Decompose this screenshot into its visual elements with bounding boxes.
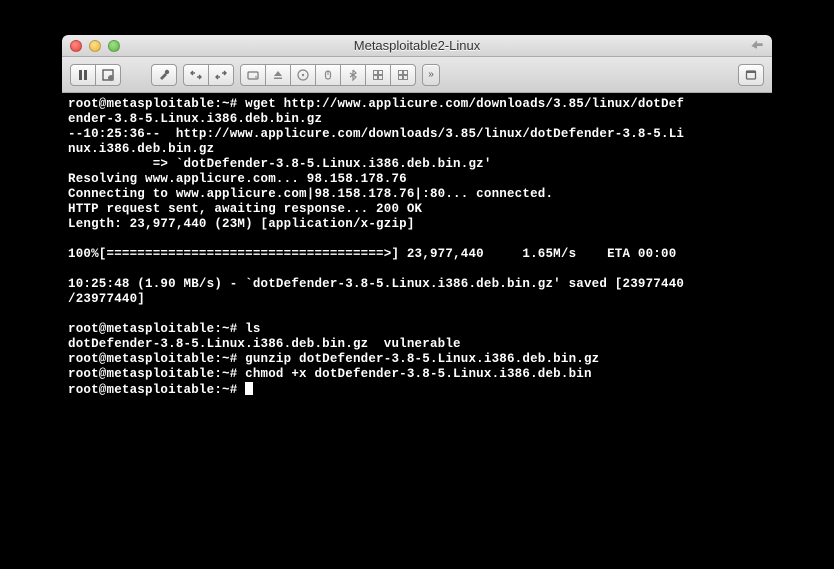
- terminal-line: HTTP request sent, awaiting response... …: [68, 202, 422, 216]
- terminal-output[interactable]: root@metasploitable:~# wget http://www.a…: [62, 93, 772, 513]
- traffic-lights: [70, 40, 120, 52]
- terminal-line: => `dotDefender-3.8-5.Linux.i386.deb.bin…: [68, 157, 492, 171]
- window-title: Metasploitable2-Linux: [62, 38, 772, 53]
- pause-button[interactable]: [70, 64, 96, 86]
- bluetooth-icon[interactable]: [340, 64, 366, 86]
- terminal-prompt: root@metasploitable:~#: [68, 383, 245, 397]
- terminal-line: --10:25:36-- http://www.applicure.com/do…: [68, 127, 684, 141]
- harddrive-icon[interactable]: [240, 64, 266, 86]
- eject-icon[interactable]: [265, 64, 291, 86]
- windowed-mode-button[interactable]: [738, 64, 764, 86]
- terminal-line: root@metasploitable:~# ls: [68, 322, 261, 336]
- fullscreen-corner-icon[interactable]: [750, 39, 764, 53]
- close-button[interactable]: [70, 40, 82, 52]
- terminal-line: Length: 23,977,440 (23M) [application/x-…: [68, 217, 415, 231]
- terminal-line: 10:25:48 (1.90 MB/s) - `dotDefender-3.8-…: [68, 277, 684, 291]
- toolbar: »: [62, 57, 772, 93]
- cursor: [245, 382, 253, 395]
- terminal-line: Resolving www.applicure.com... 98.158.17…: [68, 172, 407, 186]
- titlebar: Metasploitable2-Linux: [62, 35, 772, 57]
- terminal-line: root@metasploitable:~# gunzip dotDefende…: [68, 352, 599, 366]
- terminal-line: /23977440]: [68, 292, 145, 306]
- terminal-line: root@metasploitable:~# wget http://www.a…: [68, 97, 684, 111]
- grid-icon-1[interactable]: [365, 64, 391, 86]
- snapshot-button[interactable]: [95, 64, 121, 86]
- mouse-icon[interactable]: [315, 64, 341, 86]
- terminal-line: ender-3.8-5.Linux.i386.deb.bin.gz: [68, 112, 322, 126]
- grid-icon-2[interactable]: [390, 64, 416, 86]
- vm-window: Metasploitable2-Linux: [62, 35, 772, 513]
- terminal-line: Connecting to www.applicure.com|98.158.1…: [68, 187, 553, 201]
- minimize-button[interactable]: [89, 40, 101, 52]
- terminal-line: dotDefender-3.8-5.Linux.i386.deb.bin.gz …: [68, 337, 461, 351]
- terminal-line: 100%[===================================…: [68, 247, 676, 261]
- swap-left-button[interactable]: [183, 64, 209, 86]
- swap-right-button[interactable]: [208, 64, 234, 86]
- terminal-line: nux.i386.deb.bin.gz: [68, 142, 214, 156]
- disc-icon[interactable]: [290, 64, 316, 86]
- toolbar-overflow-button[interactable]: »: [422, 64, 440, 86]
- zoom-button[interactable]: [108, 40, 120, 52]
- settings-button[interactable]: [151, 64, 177, 86]
- terminal-line: root@metasploitable:~# chmod +x dotDefen…: [68, 367, 592, 381]
